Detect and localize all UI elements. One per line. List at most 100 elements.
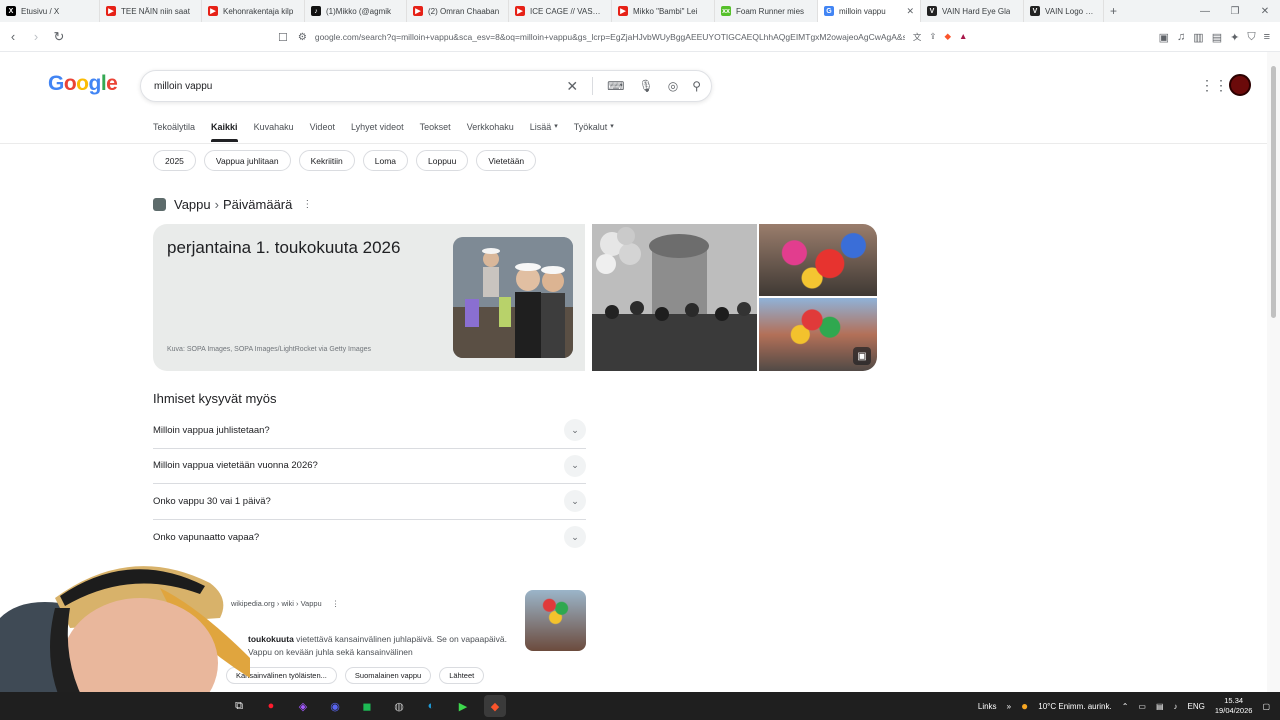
refinement-chip[interactable]: Loppuu: [416, 150, 469, 171]
refinement-chip[interactable]: Loma: [362, 150, 409, 171]
brave-rewards-icon[interactable]: ▲: [959, 31, 967, 43]
clear-icon[interactable]: ✕: [566, 78, 578, 95]
weather-text[interactable]: 10°C Enimm. aurink.: [1038, 702, 1111, 711]
close-window-icon[interactable]: ✕: [1250, 0, 1280, 22]
chevron-down-icon[interactable]: ⌄: [564, 454, 586, 477]
new-tab-icon[interactable]: +: [1110, 4, 1117, 18]
page-scrollbar[interactable]: [1267, 52, 1280, 692]
paa-question[interactable]: Onko vappu 30 vai 1 päivä? ⌄: [153, 484, 586, 520]
restore-icon[interactable]: ❐: [1220, 0, 1250, 22]
result-sitelink-chip[interactable]: Suomalainen vappu: [344, 667, 432, 684]
more-options-icon[interactable]: ⋮: [302, 199, 312, 210]
microphone-icon[interactable]: 🎙: [638, 79, 653, 93]
tab-kaikki[interactable]: Kaikki: [211, 122, 238, 142]
refinement-chip[interactable]: Vietetään: [476, 150, 537, 171]
sidebar-icon[interactable]: ▥: [1193, 31, 1203, 44]
result-sitelink-chip[interactable]: Lähteet: [439, 667, 485, 684]
opera-icon[interactable]: ●: [260, 695, 282, 717]
monitor-icon[interactable]: ▭: [1138, 702, 1146, 711]
spotify-icon[interactable]: ◼: [356, 695, 378, 717]
browser-tab[interactable]: ▶ TEE NÄIN niin saat: [100, 0, 202, 22]
wallet-icon[interactable]: ▤: [1212, 31, 1222, 44]
avatar[interactable]: [1229, 74, 1251, 96]
refinement-chips: 2025 Vappua juhlitaan Kekriitiin Loma Loppuu…: [153, 150, 537, 171]
tab-favicon-icon: X: [6, 6, 16, 16]
image-gallery-icon[interactable]: ▣: [853, 347, 871, 365]
paa-question[interactable]: Milloin vappua vietetään vuonna 2026? ⌄: [153, 449, 586, 484]
minimize-icon[interactable]: —: [1190, 0, 1220, 22]
result-thumbnail[interactable]: [525, 590, 586, 651]
tab-close-icon[interactable]: ✕: [900, 6, 914, 17]
refinement-chip[interactable]: 2025: [153, 150, 196, 171]
search-box[interactable]: ✕ ⌨ 🎙 ◎ ⚲: [140, 70, 712, 102]
bookmark-icon[interactable]: ☐: [278, 31, 288, 44]
chevron-down-icon[interactable]: ⌄: [564, 419, 586, 442]
vpn-icon[interactable]: ⛉: [1247, 31, 1255, 44]
chevron-down-icon[interactable]: ⌄: [564, 526, 586, 549]
media-player-icon[interactable]: ▶: [452, 695, 474, 717]
reload-icon[interactable]: ↻: [49, 27, 69, 47]
balloons-street-photo[interactable]: ▣: [759, 298, 877, 371]
chevron-down-icon[interactable]: ⌄: [564, 490, 586, 513]
translate-icon[interactable]: 文: [913, 31, 922, 43]
browser-tab[interactable]: ▶ ICE CAGE // VASTUS: [509, 0, 612, 22]
edge-icon[interactable]: ◐: [420, 695, 442, 717]
app-icon[interactable]: ◍: [388, 695, 410, 717]
breadcrumb-entity[interactable]: Vappu: [174, 197, 211, 212]
paa-question[interactable]: Milloin vappua juhlistetaan? ⌄: [153, 413, 586, 449]
figma-icon[interactable]: ◈: [292, 695, 314, 717]
reader-icon[interactable]: ▣: [1159, 31, 1169, 44]
language-indicator[interactable]: ENG: [1188, 702, 1205, 711]
network-icon[interactable]: ▤: [1156, 702, 1164, 711]
clock[interactable]: 15.34 19/04/2026: [1215, 696, 1253, 716]
toolbar-chevron-icon[interactable]: »: [1007, 702, 1011, 711]
result-more-icon[interactable]: ⋮: [332, 599, 340, 608]
url-text[interactable]: google.com/search?q=milloin+vappu&sca_es…: [315, 32, 905, 42]
browser-tab[interactable]: V VAIN Logo Beanie: [1024, 0, 1104, 22]
share-icon[interactable]: ⇪: [929, 31, 936, 43]
refinement-chip[interactable]: Vappua juhlitaan: [203, 150, 291, 171]
tab-verkkohaku[interactable]: Verkkohaku: [467, 122, 514, 132]
students-photo[interactable]: [453, 237, 573, 358]
links-label[interactable]: Links: [978, 702, 997, 711]
balloons-photo[interactable]: [759, 224, 877, 296]
lens-icon[interactable]: ◎: [668, 79, 678, 93]
historic-photo[interactable]: [592, 224, 757, 371]
task-view-icon[interactable]: ⧉: [228, 695, 250, 717]
leo-icon[interactable]: ✦: [1230, 31, 1239, 44]
browser-tab[interactable]: ♪ (1)Mikko (@agmik: [305, 0, 407, 22]
tab-lisää[interactable]: Lisää: [530, 122, 552, 132]
tab-tekoälytila[interactable]: Tekoälytila: [153, 122, 195, 132]
weather-icon[interactable]: ●: [1021, 699, 1028, 713]
brave-icon[interactable]: ◆: [484, 695, 506, 717]
tab-kuvahaku[interactable]: Kuvahaku: [254, 122, 294, 132]
browser-tab[interactable]: xx Foam Runner mies: [715, 0, 818, 22]
tab-työkalut[interactable]: Työkalut: [574, 122, 608, 132]
search-input[interactable]: [154, 80, 554, 92]
menu-icon[interactable]: ≡: [1264, 31, 1270, 43]
keyboard-icon[interactable]: ⌨: [607, 79, 624, 93]
notifications-icon[interactable]: ▢: [1262, 702, 1270, 711]
media-icon[interactable]: ♫: [1177, 31, 1185, 43]
google-logo[interactable]: Google: [48, 72, 118, 96]
browser-tab[interactable]: V VAIN Hard Eye Gla: [921, 0, 1024, 22]
volume-icon[interactable]: ♪: [1174, 702, 1178, 711]
refinement-chip[interactable]: Kekriitiin: [298, 150, 355, 171]
site-info-icon[interactable]: ⚙: [298, 32, 307, 43]
tab-videot[interactable]: Videot: [310, 122, 335, 132]
browser-tab[interactable]: ▶ (2) Omran Chaaban: [407, 0, 509, 22]
brave-shield-icon[interactable]: ◆: [944, 31, 951, 43]
discord-icon[interactable]: ◉: [324, 695, 346, 717]
tray-chevron-icon[interactable]: ⌃: [1122, 702, 1129, 711]
scrollbar-thumb[interactable]: [1271, 66, 1276, 318]
back-icon[interactable]: ‹: [3, 27, 23, 47]
address-bar[interactable]: ☐ ⚙ google.com/search?q=milloin+vappu&sc…: [278, 26, 998, 48]
forward-icon[interactable]: ›: [26, 27, 46, 47]
search-icon[interactable]: ⚲: [692, 79, 701, 93]
tab-teokset[interactable]: Teokset: [420, 122, 451, 132]
browser-tab[interactable]: X Etusivu / X: [0, 0, 100, 22]
browser-tab[interactable]: Gmilloin vappu ✕: [818, 0, 921, 22]
browser-tab[interactable]: ▶ Kehonrakentaja kilp: [202, 0, 305, 22]
tab-lyhyet-videot[interactable]: Lyhyet videot: [351, 122, 404, 132]
browser-tab[interactable]: ▶ Mikko "Bambi" Lei: [612, 0, 715, 22]
